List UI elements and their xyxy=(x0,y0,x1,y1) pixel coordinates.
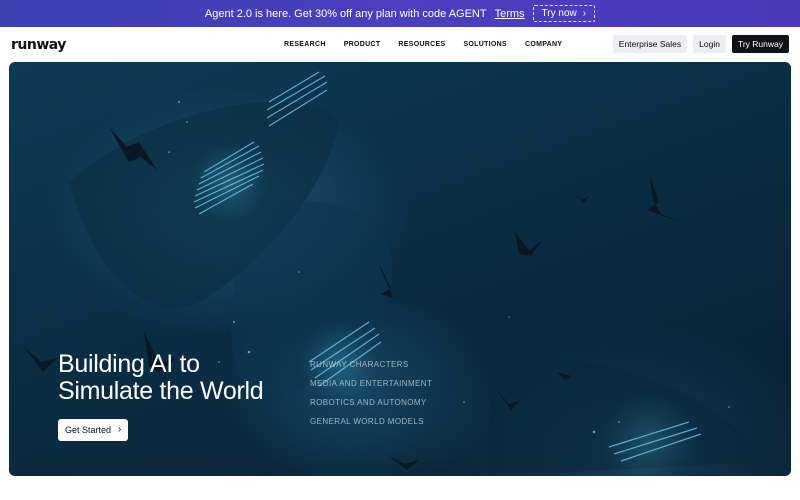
hero-title-line2: Simulate the World xyxy=(58,377,264,405)
link-media-entertainment[interactable]: MEDIA AND ENTERTAINMENT xyxy=(310,379,432,388)
bird-shape xyxy=(24,347,57,372)
hero-title-line1: Building AI to xyxy=(58,350,200,378)
chevron-right-icon: › xyxy=(582,7,587,19)
hero-title: Building AI to Simulate the World xyxy=(58,351,318,405)
nav-company[interactable]: COMPANY xyxy=(525,41,562,48)
get-started-button[interactable]: Get Started › xyxy=(58,419,129,441)
try-now-button[interactable]: Try now › xyxy=(532,5,596,22)
enterprise-sales-button[interactable]: Enterprise Sales xyxy=(612,35,688,53)
runway-logo[interactable]: runway xyxy=(11,37,66,53)
login-button[interactable]: Login xyxy=(693,35,726,53)
main-nav: RESEARCH PRODUCT RESOURCES SOLUTIONS COM… xyxy=(284,27,580,62)
promo-terms-link[interactable]: Terms xyxy=(495,8,525,20)
bird-shape xyxy=(647,174,685,224)
get-started-label: Get Started xyxy=(65,425,112,435)
link-runway-characters[interactable]: RUNWAY CHARACTERS xyxy=(310,360,432,369)
nav-research[interactable]: RESEARCH xyxy=(284,41,326,48)
hero-section: Building AI to Simulate the World Get St… xyxy=(9,62,791,476)
nav-solutions[interactable]: SOLUTIONS xyxy=(463,41,507,48)
try-now-label: Try now xyxy=(541,8,577,19)
site-header: runway RESEARCH PRODUCT RESOURCES SOLUTI… xyxy=(0,27,800,62)
try-runway-button[interactable]: Try Runway xyxy=(731,35,789,53)
link-robotics-autonomy[interactable]: ROBOTICS AND AUTONOMY xyxy=(310,398,432,407)
link-general-world-models[interactable]: GENERAL WORLD MODELS xyxy=(310,417,432,426)
nav-product[interactable]: PRODUCT xyxy=(344,41,381,48)
bird-shape xyxy=(389,456,419,470)
bird-shape xyxy=(515,232,543,256)
bird-shape xyxy=(574,192,589,204)
nav-resources[interactable]: RESOURCES xyxy=(398,41,445,48)
chevron-right-icon: › xyxy=(118,424,122,435)
promo-bar: Agent 2.0 is here. Get 30% off any plan … xyxy=(0,0,800,27)
solution-links: RUNWAY CHARACTERS MEDIA AND ENTERTAINMEN… xyxy=(310,360,432,436)
promo-text: Agent 2.0 is here. Get 30% off any plan … xyxy=(204,7,487,20)
header-actions: Enterprise Sales Login Try Runway xyxy=(612,35,789,53)
